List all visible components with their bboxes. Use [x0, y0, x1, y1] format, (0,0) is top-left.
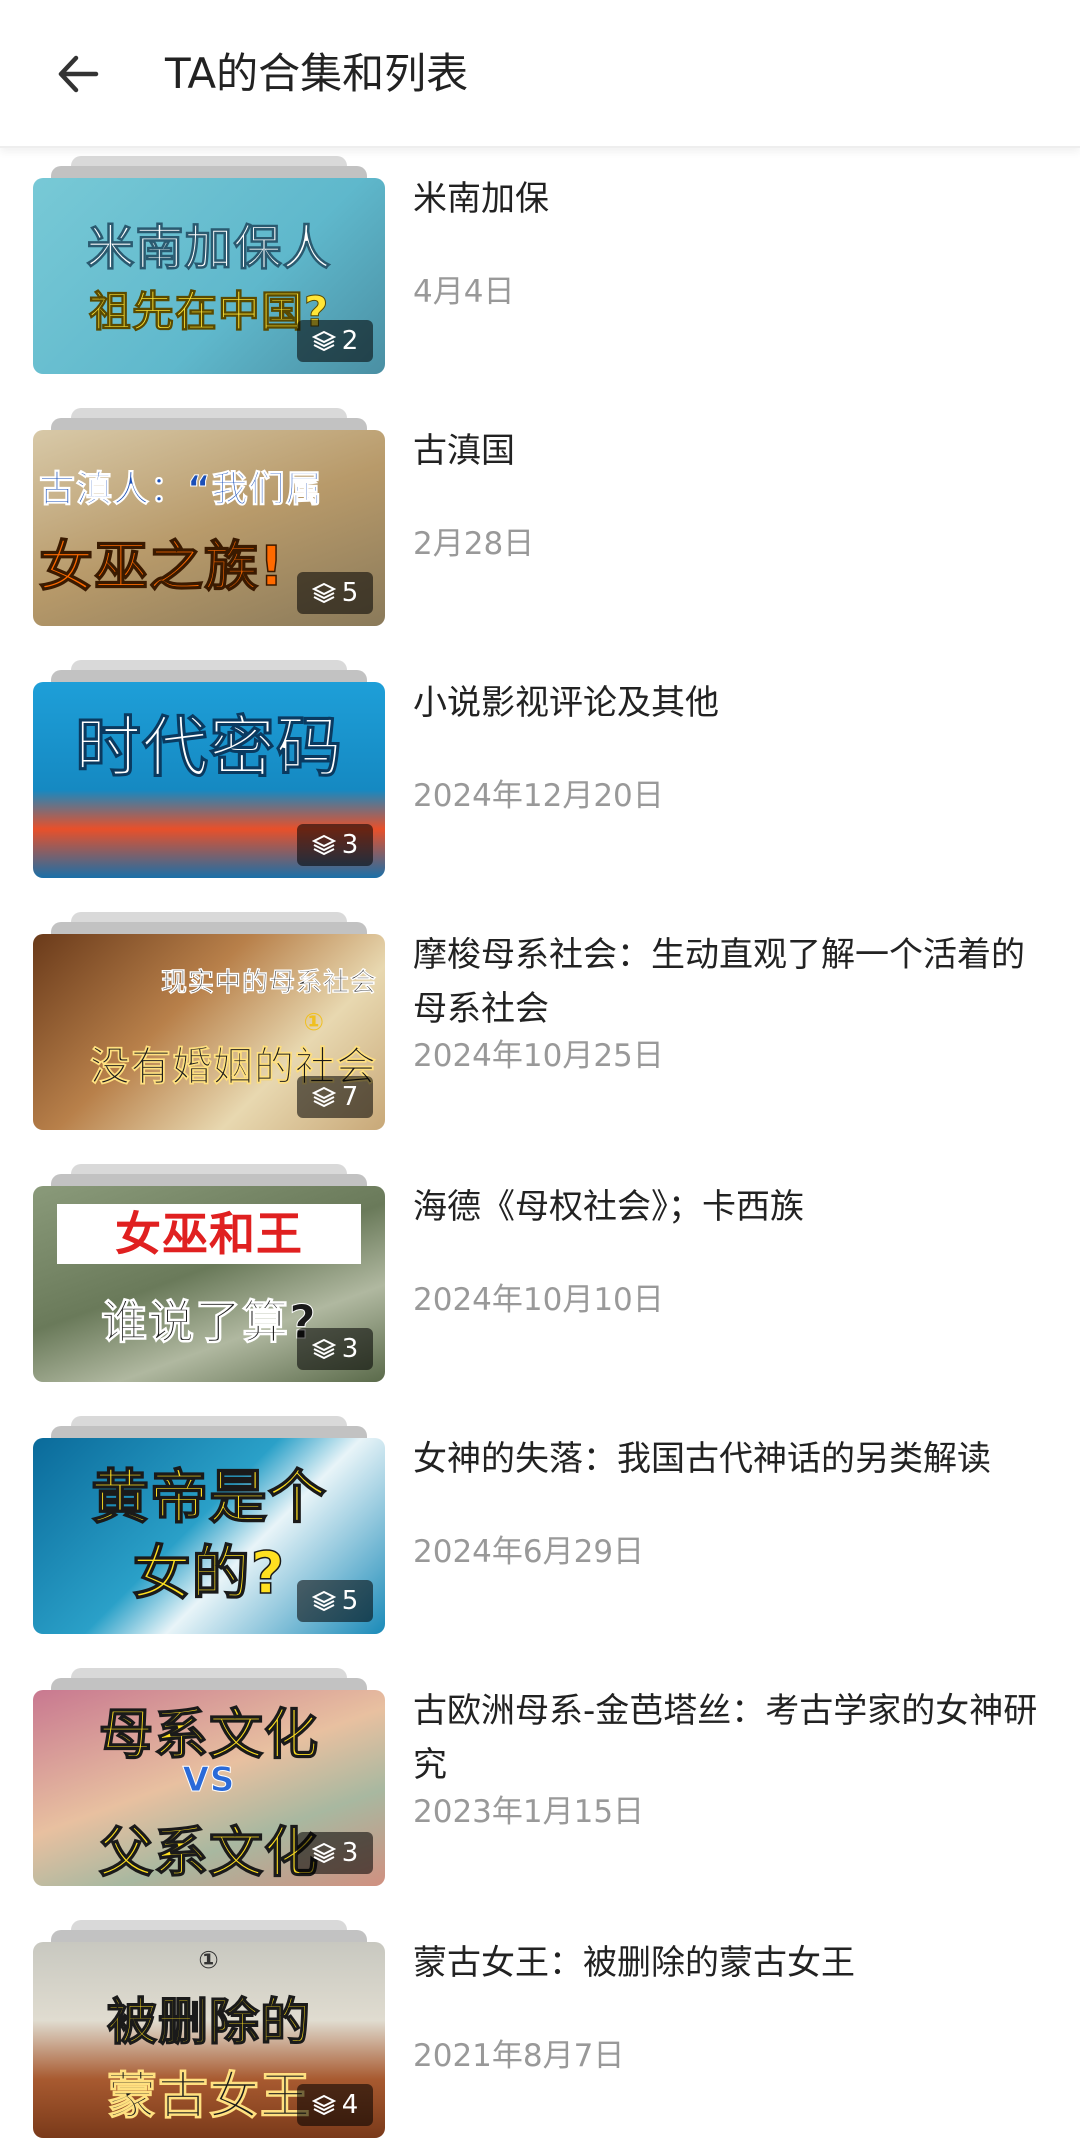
collection-title: 海德《母权社会》；卡西族	[413, 1187, 804, 1227]
arrow-left-icon	[58, 55, 99, 93]
thumbnail-text: 古滇人：“我们属	[39, 469, 323, 511]
collection-title: 古欧洲母系-金芭塔丝：考古学家的女神研究	[413, 1691, 1038, 1785]
collection-date: 4月4日	[413, 274, 515, 310]
collection-item[interactable]: 米南加保人 祖先在中国? 2 米南加保 4月4日	[0, 150, 1080, 380]
collection-date: 2023年1月15日	[413, 1794, 645, 1830]
thumbnail-image: 现实中的母系社会 ① 没有婚姻的社会 7	[33, 934, 385, 1130]
thumbnail-text: 时代密码	[75, 709, 343, 787]
thumbnail-image: 黄帝是个 女的? 5	[33, 1438, 385, 1634]
item-count-badge: 4	[297, 2084, 373, 2126]
thumbnail-text: 现实中的母系社会	[160, 968, 377, 999]
collection-title: 米南加保	[413, 179, 549, 219]
collection-item[interactable]: ① 被删除的 蒙古女王 4 蒙古女王：被删除的蒙古女王 2021年8月7日	[0, 1914, 1080, 2144]
collection-title: 小说影视评论及其他	[413, 683, 719, 723]
item-count: 5	[341, 578, 359, 608]
item-count: 3	[341, 830, 359, 860]
collection-item[interactable]: 黄帝是个 女的? 5 女神的失落：我国古代神话的另类解读 2024年6月29日	[0, 1410, 1080, 1640]
thumbnail-image: 古滇人：“我们属 女巫之族! 5	[33, 430, 385, 626]
layers-icon	[311, 2094, 336, 2116]
thumbnail-text: VS	[182, 1760, 236, 1800]
collection-title: 蒙古女王：被删除的蒙古女王	[413, 1943, 855, 1983]
collection-title: 摩梭母系社会：生动直观了解一个活着的母系社会	[413, 935, 1025, 1029]
item-count-badge: 7	[297, 1076, 373, 1118]
collection-title: 古滇国	[413, 431, 515, 471]
thumbnail-text: ①	[303, 1008, 325, 1036]
collection-thumbnail[interactable]: 黄帝是个 女的? 5	[33, 1416, 385, 1634]
thumbnail-image: 女巫和王 谁说了算? 3	[33, 1186, 385, 1382]
layers-icon	[311, 834, 336, 856]
layers-icon	[311, 330, 336, 352]
item-count-badge: 2	[297, 320, 373, 362]
thumbnail-text: 被删除的	[106, 1992, 311, 2052]
thumbnail-text: 母系文化	[98, 1702, 319, 1767]
collection-thumbnail[interactable]: 现实中的母系社会 ① 没有婚姻的社会 7	[33, 912, 385, 1130]
layers-icon	[311, 1842, 336, 1864]
item-count-badge: 3	[297, 824, 373, 866]
layers-icon	[311, 582, 336, 604]
item-count-badge: 3	[297, 1832, 373, 1874]
collection-item[interactable]: 古滇人：“我们属 女巫之族! 5 古滇国 2月28日	[0, 402, 1080, 632]
layers-icon	[311, 1086, 336, 1108]
collection-date: 2月28日	[413, 526, 535, 562]
collection-thumbnail[interactable]: 古滇人：“我们属 女巫之族! 5	[33, 408, 385, 626]
item-count: 3	[341, 1334, 359, 1364]
item-count: 4	[341, 2090, 359, 2120]
thumbnail-text: 女巫和王	[57, 1204, 361, 1264]
thumbnail-image: 母系文化 VS 父系文化 3	[33, 1690, 385, 1886]
collection-title: 女神的失落：我国古代神话的另类解读	[413, 1439, 991, 1479]
layers-icon	[311, 1590, 336, 1612]
collection-item[interactable]: 现实中的母系社会 ① 没有婚姻的社会 7 摩梭母系社会：生动直观了解一个活着的母…	[0, 906, 1080, 1136]
item-count: 7	[341, 1082, 359, 1112]
collection-thumbnail[interactable]: ① 被删除的 蒙古女王 4	[33, 1920, 385, 2138]
thumbnail-text: ①	[198, 1946, 220, 1974]
back-button[interactable]	[40, 36, 116, 112]
layers-icon	[311, 1338, 336, 1360]
collection-thumbnail[interactable]: 母系文化 VS 父系文化 3	[33, 1668, 385, 1886]
thumbnail-text: 米南加保人	[86, 220, 332, 277]
app-header: TA的合集和列表	[0, 0, 1080, 148]
collection-item[interactable]: 母系文化 VS 父系文化 3 古欧洲母系-金芭塔丝：考古学家的女神研究 2023…	[0, 1662, 1080, 1892]
collection-item[interactable]: 时代密码 3 小说影视评论及其他 2024年12月20日	[0, 654, 1080, 884]
collection-thumbnail[interactable]: 米南加保人 祖先在中国? 2	[33, 156, 385, 374]
collection-date: 2024年6月29日	[413, 1534, 645, 1570]
item-count-badge: 5	[297, 572, 373, 614]
item-count-badge: 5	[297, 1580, 373, 1622]
page-title: TA的合集和列表	[165, 49, 469, 98]
item-count: 5	[341, 1586, 359, 1616]
collection-thumbnail[interactable]: 女巫和王 谁说了算? 3	[33, 1164, 385, 1382]
collection-item[interactable]: 女巫和王 谁说了算? 3 海德《母权社会》；卡西族 2024年10月10日	[0, 1158, 1080, 1388]
thumbnail-image: 米南加保人 祖先在中国? 2	[33, 178, 385, 374]
thumbnail-image: ① 被删除的 蒙古女王 4	[33, 1942, 385, 2138]
item-count: 2	[341, 326, 359, 356]
thumbnail-image: 时代密码 3	[33, 682, 385, 878]
collection-date: 2024年12月20日	[413, 778, 664, 814]
item-count-badge: 3	[297, 1328, 373, 1370]
collection-date: 2024年10月10日	[413, 1282, 664, 1318]
collection-thumbnail[interactable]: 时代密码 3	[33, 660, 385, 878]
thumbnail-text: 黄帝是个	[90, 1462, 327, 1532]
collection-date: 2021年8月7日	[413, 2038, 625, 2074]
collection-date: 2024年10月25日	[413, 1038, 664, 1074]
item-count: 3	[341, 1838, 359, 1868]
